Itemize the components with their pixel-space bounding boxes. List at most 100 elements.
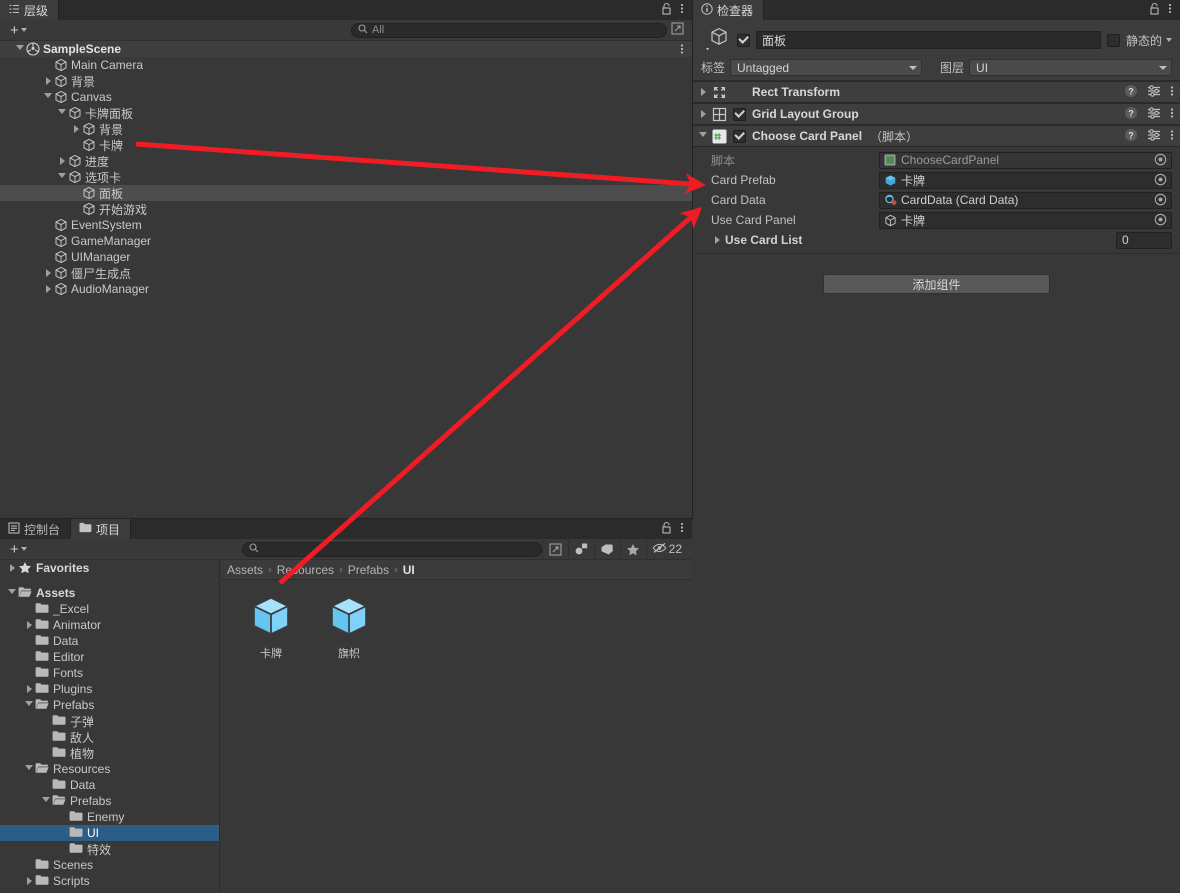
project-folder-15[interactable]: UI (0, 825, 219, 841)
hierarchy-item-13[interactable]: UIManager (0, 249, 692, 265)
component-header-0[interactable]: Rect Transform? (693, 81, 1180, 103)
search-expand-icon[interactable] (541, 539, 568, 559)
chevron-right-icon[interactable] (23, 617, 35, 633)
chevron-down-icon[interactable] (23, 761, 35, 777)
lock-icon[interactable] (1149, 2, 1160, 18)
project-folder-3[interactable]: Data (0, 633, 219, 649)
breadcrumb-item-2[interactable]: Prefabs (348, 563, 389, 577)
chevron-down-icon[interactable] (40, 793, 52, 809)
chevron-right-icon[interactable] (56, 153, 68, 169)
gameobject-name-field[interactable]: 面板 (756, 31, 1101, 49)
chevron-down-icon[interactable] (697, 128, 709, 144)
help-icon[interactable]: ? (1124, 84, 1138, 101)
breadcrumb[interactable]: Assets › Resources › Prefabs › UI (221, 560, 692, 580)
list-field-row[interactable]: Use Card List 0 (693, 230, 1180, 250)
project-folder-tree[interactable]: Favorites Assets _Excel Animator Data Editor… (0, 560, 220, 893)
asset-item-0[interactable]: 卡牌 (241, 594, 301, 661)
create-gameobject-button[interactable]: + (4, 23, 33, 38)
layer-dropdown[interactable]: UI (969, 59, 1172, 76)
hierarchy-item-0[interactable]: SampleScene (0, 41, 692, 57)
project-folder-13[interactable]: Prefabs (0, 793, 219, 809)
project-folder-0[interactable]: Assets (0, 585, 219, 601)
object-picker-icon[interactable] (1154, 173, 1168, 187)
chevron-right-icon[interactable] (697, 84, 709, 100)
chevron-down-icon[interactable] (23, 697, 35, 713)
static-checkbox[interactable] (1106, 33, 1120, 47)
chevron-down-icon[interactable] (14, 41, 26, 57)
asset-grid[interactable]: 卡牌 旗帜 (221, 580, 692, 661)
tab-project[interactable]: 项目 (71, 519, 132, 539)
hierarchy-item-12[interactable]: GameManager (0, 233, 692, 249)
list-size-field[interactable]: 0 (1116, 231, 1172, 249)
lock-icon[interactable] (661, 521, 672, 537)
hierarchy-item-10[interactable]: 开始游戏 (0, 201, 692, 217)
hierarchy-item-15[interactable]: AudioManager (0, 281, 692, 297)
project-folder-1[interactable]: _Excel (0, 601, 219, 617)
project-folder-4[interactable]: Editor (0, 649, 219, 665)
preset-icon[interactable] (1147, 106, 1161, 123)
hierarchy-search-input[interactable]: All (351, 22, 667, 38)
chevron-right-icon[interactable] (697, 106, 709, 122)
chevron-down-icon[interactable] (56, 169, 68, 185)
hierarchy-item-5[interactable]: 背景 (0, 121, 692, 137)
help-icon[interactable]: ? (1124, 128, 1138, 145)
project-folder-2[interactable]: Animator (0, 617, 219, 633)
kebab-menu-icon[interactable] (1168, 2, 1172, 18)
asset-item-1[interactable]: 旗帜 (319, 594, 379, 661)
component-header-2[interactable]: Choose Card Panel （脚本）? (693, 125, 1180, 147)
property-object-field[interactable]: ChooseCardPanel (879, 151, 1172, 169)
property-object-field[interactable]: 卡牌 (879, 171, 1172, 189)
chevron-right-icon[interactable] (711, 232, 723, 248)
hierarchy-item-4[interactable]: 卡牌面板 (0, 105, 692, 121)
chevron-right-icon[interactable] (23, 681, 35, 697)
project-folder-12[interactable]: Data (0, 777, 219, 793)
lock-icon[interactable] (661, 2, 672, 18)
filter-by-type-icon[interactable] (567, 539, 594, 559)
breadcrumb-item-0[interactable]: Assets (227, 563, 263, 577)
kebab-menu-icon[interactable] (680, 2, 684, 18)
hierarchy-item-6[interactable]: 卡牌 (0, 137, 692, 153)
add-component-button[interactable]: 添加组件 (823, 274, 1050, 294)
property-object-field[interactable]: 卡牌 (879, 211, 1172, 229)
project-folder-7[interactable]: Prefabs (0, 697, 219, 713)
component-enable-checkbox[interactable] (733, 107, 746, 121)
chevron-down-icon[interactable] (6, 585, 18, 601)
filter-by-label-icon[interactable] (593, 539, 620, 559)
object-picker-icon[interactable] (1154, 213, 1168, 227)
project-folder-5[interactable]: Fonts (0, 665, 219, 681)
kebab-menu-icon[interactable] (1170, 84, 1174, 101)
chevron-right-icon[interactable] (6, 560, 18, 576)
breadcrumb-item-1[interactable]: Resources (277, 563, 334, 577)
hierarchy-item-1[interactable]: Main Camera (0, 57, 692, 73)
project-folder-18[interactable]: Scripts (0, 873, 219, 889)
tag-dropdown[interactable]: Untagged (730, 59, 923, 76)
kebab-menu-icon[interactable] (1170, 128, 1174, 145)
scene-kebab-menu-icon[interactable] (680, 41, 684, 57)
chevron-right-icon[interactable] (42, 265, 54, 281)
help-icon[interactable]: ? (1124, 106, 1138, 123)
hierarchy-item-7[interactable]: 进度 (0, 153, 692, 169)
component-header-1[interactable]: Grid Layout Group? (693, 103, 1180, 125)
hierarchy-item-2[interactable]: 背景 (0, 73, 692, 89)
project-folder-8[interactable]: 子弹 (0, 713, 219, 729)
breadcrumb-item-3[interactable]: UI (403, 563, 415, 577)
hierarchy-item-8[interactable]: 选项卡 (0, 169, 692, 185)
chevron-right-icon[interactable] (23, 873, 35, 889)
panel-divider-horizontal[interactable] (0, 518, 692, 519)
favorites-star-icon[interactable] (619, 539, 646, 559)
project-folder-16[interactable]: 特效 (0, 841, 219, 857)
project-folder-6[interactable]: Plugins (0, 681, 219, 697)
chevron-right-icon[interactable] (42, 73, 54, 89)
chevron-right-icon[interactable] (70, 121, 82, 137)
project-folder-9[interactable]: 敌人 (0, 729, 219, 745)
chevron-down-icon[interactable] (56, 105, 68, 121)
preset-icon[interactable] (1147, 84, 1161, 101)
kebab-menu-icon[interactable] (680, 521, 684, 537)
preset-icon[interactable] (1147, 128, 1161, 145)
project-folder-10[interactable]: 植物 (0, 745, 219, 761)
project-folder-17[interactable]: Scenes (0, 857, 219, 873)
favorites-row[interactable]: Favorites (0, 560, 219, 576)
hierarchy-item-9[interactable]: 面板 (0, 185, 692, 201)
chevron-right-icon[interactable] (42, 281, 54, 297)
hierarchy-tree[interactable]: SampleScene Main Camera 背景 Canvas 卡牌面板 背景 卡牌 进度… (0, 41, 692, 519)
